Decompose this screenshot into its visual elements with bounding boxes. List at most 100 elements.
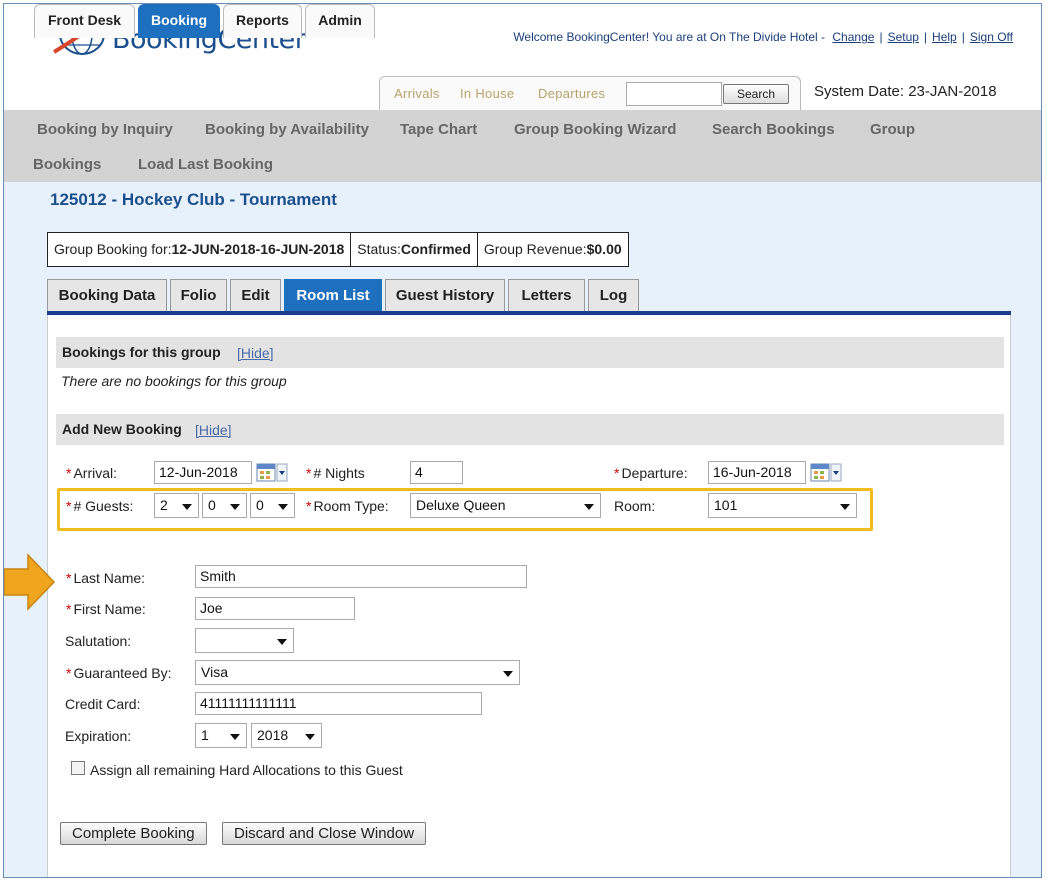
in-house-link[interactable]: In House xyxy=(460,86,514,101)
search-button[interactable]: Search xyxy=(723,84,789,104)
required-mark: * xyxy=(614,465,620,481)
expiration-month-value: 1 xyxy=(201,727,209,743)
children-select[interactable]: 0 xyxy=(202,493,247,518)
menu-booking-by-availability[interactable]: Booking by Availability xyxy=(205,121,369,138)
guests-label-text: # Guests: xyxy=(73,498,134,514)
chevron-down-icon xyxy=(305,734,315,740)
guaranteed-by-label: * Guaranteed By: xyxy=(66,665,172,681)
group-dates-label: Group Booking for: xyxy=(54,241,172,257)
adults-select[interactable]: 2 xyxy=(154,493,199,518)
arrival-label-text: Arrival: xyxy=(73,465,118,481)
departure-label: * Departure: xyxy=(614,465,688,481)
tab-room-list[interactable]: Room List xyxy=(284,279,382,312)
revenue-value: $0.00 xyxy=(586,241,622,257)
tab-log[interactable]: Log xyxy=(588,279,639,312)
first-name-input[interactable]: Joe xyxy=(195,597,355,620)
help-link[interactable]: Help xyxy=(932,30,957,44)
page-title: 125012 - Hockey Club - Tournament xyxy=(50,190,337,209)
discard-close-button[interactable]: Discard and Close Window xyxy=(222,822,427,845)
credit-card-input[interactable]: 41111111111111 xyxy=(195,692,482,715)
required-mark: * xyxy=(306,498,312,514)
tab-folio[interactable]: Folio xyxy=(170,279,227,312)
expiration-label: Expiration: xyxy=(65,728,132,744)
app-window: BookingCenter Welcome BookingCenter! You… xyxy=(3,3,1042,878)
tab-guest-history[interactable]: Guest History xyxy=(385,279,505,312)
menu-booking-by-inquiry[interactable]: Booking by Inquiry xyxy=(37,121,173,138)
tab-letters[interactable]: Letters xyxy=(508,279,585,312)
menu-group-bookings-cont[interactable]: Bookings xyxy=(33,156,101,173)
required-mark: * xyxy=(66,665,72,681)
arrivals-link[interactable]: Arrivals xyxy=(394,86,440,101)
infants-value: 0 xyxy=(256,497,264,513)
first-name-label-text: First Name: xyxy=(73,601,146,617)
chevron-down-icon xyxy=(277,639,287,645)
sign-off-link[interactable]: Sign Off xyxy=(970,30,1013,44)
calendar-icon[interactable] xyxy=(256,462,288,483)
expiration-year-select[interactable]: 2018 xyxy=(251,723,322,748)
chevron-down-icon xyxy=(584,504,594,510)
menu-group-booking-wizard[interactable]: Group Booking Wizard xyxy=(514,121,676,138)
required-mark: * xyxy=(66,601,72,617)
first-name-label: * First Name: xyxy=(66,601,146,617)
arrival-label: * Arrival: xyxy=(66,465,117,481)
tab-edit[interactable]: Edit xyxy=(230,279,281,312)
hide-add-booking-link[interactable]: [Hide] xyxy=(195,422,232,438)
chevron-down-icon xyxy=(182,504,192,510)
separator: | xyxy=(879,30,883,44)
group-dates-value: 12-JUN-2018-16-JUN-2018 xyxy=(171,241,345,257)
room-list-panel: Bookings for this group [Hide] There are… xyxy=(47,315,1011,877)
menu-load-last-booking[interactable]: Load Last Booking xyxy=(138,156,273,173)
departure-date-input[interactable]: 16-Jun-2018 xyxy=(708,461,806,484)
guests-label: * # Guests: xyxy=(66,498,133,514)
tab-front-desk[interactable]: Front Desk xyxy=(34,4,135,38)
required-mark: * xyxy=(66,570,72,586)
assign-allocations-label: Assign all remaining Hard Allocations to… xyxy=(90,762,403,778)
system-date: System Date: 23-JAN-2018 xyxy=(814,83,997,100)
guaranteed-by-select[interactable]: Visa xyxy=(195,660,520,685)
nights-label-text: # Nights xyxy=(313,465,365,481)
nights-input[interactable]: 4 xyxy=(410,461,463,484)
room-select[interactable]: 101 xyxy=(708,493,857,518)
hide-bookings-link[interactable]: [Hide] xyxy=(237,345,274,361)
arrival-date-input[interactable]: 12-Jun-2018 xyxy=(154,461,252,484)
guaranteed-by-value: Visa xyxy=(201,664,228,680)
expiration-month-select[interactable]: 1 xyxy=(195,723,247,748)
required-mark: * xyxy=(66,498,72,514)
salutation-label: Salutation: xyxy=(65,633,132,649)
departure-label-text: Departure: xyxy=(621,465,688,481)
bookings-section-header: Bookings for this group [Hide] xyxy=(56,337,1004,368)
nights-label: * # Nights xyxy=(306,465,365,481)
complete-booking-button[interactable]: Complete Booking xyxy=(60,822,207,845)
menu-search-bookings[interactable]: Search Bookings xyxy=(712,121,835,138)
tab-admin[interactable]: Admin xyxy=(305,4,375,38)
last-name-input[interactable]: Smith xyxy=(195,565,527,588)
guaranteed-by-label-text: Guaranteed By: xyxy=(73,665,172,681)
room-type-select[interactable]: Deluxe Queen xyxy=(410,493,601,518)
menu-tape-chart[interactable]: Tape Chart xyxy=(400,121,477,138)
tab-reports[interactable]: Reports xyxy=(223,4,302,38)
infants-select[interactable]: 0 xyxy=(250,493,295,518)
search-input[interactable] xyxy=(626,82,722,106)
revenue-label: Group Revenue: xyxy=(483,241,587,257)
departures-link[interactable]: Departures xyxy=(538,86,605,101)
calendar-icon[interactable] xyxy=(810,462,842,483)
group-revenue: Group Revenue:$0.00 xyxy=(478,233,628,266)
room-type-label-text: Room Type: xyxy=(313,498,389,514)
change-link[interactable]: Change xyxy=(832,30,874,44)
setup-link[interactable]: Setup xyxy=(888,30,919,44)
expiration-year-value: 2018 xyxy=(257,727,289,743)
bookings-section-title: Bookings for this group xyxy=(62,344,221,360)
adults-value: 2 xyxy=(160,497,168,513)
tab-booking[interactable]: Booking xyxy=(138,4,220,38)
tab-booking-data[interactable]: Booking Data xyxy=(47,279,167,312)
chevron-down-icon xyxy=(840,504,850,510)
quick-search-bar: Arrivals In House Departures Search xyxy=(379,76,801,110)
assign-allocations-checkbox[interactable] xyxy=(71,761,85,775)
menu-group-bookings[interactable]: Group xyxy=(870,121,915,138)
chevron-down-icon xyxy=(230,504,240,510)
last-name-label-text: Last Name: xyxy=(73,570,146,586)
last-name-label: * Last Name: xyxy=(66,570,145,586)
salutation-select[interactable] xyxy=(195,628,294,653)
required-mark: * xyxy=(306,465,312,481)
welcome-bar: Welcome BookingCenter! You are at On The… xyxy=(513,30,1013,44)
